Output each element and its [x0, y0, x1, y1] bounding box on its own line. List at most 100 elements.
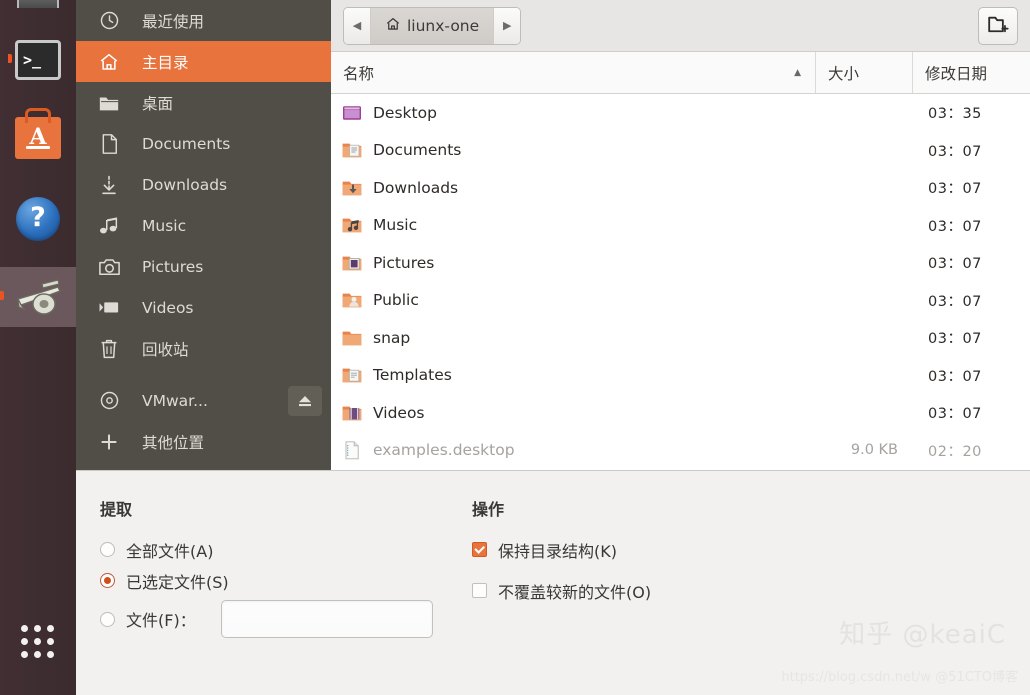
dock-item-help[interactable]: ? — [8, 189, 68, 249]
file-browser-pane: ◀ liunx-one ▶ 名称 ▲ 大小 修改日期 Desktop 03：35… — [331, 0, 1030, 470]
file-name: Documents — [373, 141, 462, 160]
column-header-size[interactable]: 大小 — [815, 52, 912, 93]
table-row[interactable]: Documents 03：07 — [331, 132, 1030, 170]
home-icon — [385, 16, 401, 36]
radio-option-all-files[interactable]: 全部文件(A) — [100, 534, 433, 565]
sort-ascending-icon: ▲ — [794, 67, 801, 78]
table-row[interactable]: Downloads 03：07 — [331, 169, 1030, 207]
radio-indicator[interactable] — [100, 542, 115, 557]
eject-button[interactable] — [288, 385, 322, 416]
table-row[interactable]: Pictures 03：07 — [331, 244, 1030, 282]
plus-icon — [76, 432, 142, 452]
new-folder-icon — [987, 14, 1009, 38]
radio-indicator[interactable] — [100, 573, 115, 588]
file-name: Downloads — [373, 178, 459, 197]
checkbox-option-keep-directory-structure[interactable]: 保持目录结构(K) — [472, 534, 651, 565]
table-row[interactable]: Templates 03：07 — [331, 357, 1030, 395]
radio-label: 文件(F)： — [126, 611, 196, 630]
sidebar-item-recent[interactable]: 最近使用 — [76, 0, 331, 41]
path-back-button[interactable]: ◀ — [344, 7, 371, 44]
sidebar-item-videos[interactable]: Videos — [76, 287, 331, 328]
text-file-icon — [341, 440, 363, 460]
dock-item-archive-manager[interactable] — [0, 267, 76, 327]
folder-documents-icon — [341, 140, 363, 160]
clock-icon — [76, 10, 142, 31]
software-underbar — [26, 146, 50, 149]
extract-section-title: 提取 — [100, 500, 133, 519]
sidebar-label: 最近使用 — [142, 12, 205, 31]
sidebar-item-home[interactable]: 主目录 — [76, 41, 331, 82]
file-name-cell: Documents — [331, 140, 815, 160]
new-folder-button[interactable] — [978, 6, 1018, 45]
disc-icon — [76, 390, 142, 411]
sidebar-item-desktop[interactable]: 桌面 — [76, 82, 331, 123]
table-row[interactable]: Desktop 03：35 — [331, 94, 1030, 132]
radio-option-selected-files[interactable]: 已选定文件(S) — [100, 565, 433, 596]
column-header-date[interactable]: 修改日期 — [912, 52, 1030, 93]
radio-option-files-pattern[interactable]: 文件(F)： — [100, 596, 433, 642]
table-row[interactable]: snap 03：07 — [331, 319, 1030, 357]
folder-music-icon — [341, 215, 363, 235]
terminal-icon: >_ — [15, 40, 61, 80]
file-name-cell: Videos — [331, 403, 815, 423]
music-icon — [76, 216, 142, 236]
folder-templates-icon — [341, 365, 363, 385]
screen-root: >_ A ? 最近使用 主目录 桌面 Documents Downloads M… — [0, 0, 1030, 695]
checkbox-indicator[interactable] — [472, 583, 487, 598]
folder-videos-icon — [341, 403, 363, 423]
download-icon — [76, 174, 142, 196]
sidebar-item-trash[interactable]: 回收站 — [76, 328, 331, 369]
checkbox-label: 保持目录结构(K) — [498, 541, 617, 561]
running-indicator-terminal — [8, 54, 12, 63]
file-name-cell: snap — [331, 328, 815, 348]
file-name: Videos — [373, 403, 425, 422]
file-name: Public — [373, 291, 419, 310]
checkbox-option-do-not-overwrite-newer[interactable]: 不覆盖较新的文件(O) — [472, 575, 651, 606]
sidebar-item-vmware-disc[interactable]: VMwar... — [76, 380, 331, 421]
folder-desktop-icon — [341, 103, 363, 123]
table-row[interactable]: Music 03：07 — [331, 207, 1030, 245]
file-date: 03：07 — [928, 218, 982, 235]
ubuntu-dock: >_ A ? — [0, 0, 76, 695]
running-indicator-archive-manager — [0, 291, 4, 300]
software-a-glyph: A — [29, 123, 47, 150]
table-row[interactable]: examples.desktop 9.0 KB 02：20 — [331, 432, 1030, 470]
file-date: 03：07 — [928, 256, 982, 273]
home-icon — [76, 51, 142, 73]
radio-indicator[interactable] — [100, 611, 115, 627]
checkbox-indicator[interactable] — [472, 542, 487, 557]
video-icon — [76, 299, 142, 316]
column-header-label: 修改日期 — [925, 64, 988, 83]
dock-item-ubuntu-software[interactable]: A — [8, 108, 68, 168]
file-list[interactable]: Desktop 03：35 Documents 03：07 Downloads … — [331, 94, 1030, 470]
sidebar-label: 回收站 — [142, 340, 189, 359]
folder-icon — [76, 93, 142, 113]
files-pattern-input[interactable] — [220, 600, 433, 638]
radio-label: 已选定文件(S) — [126, 572, 229, 592]
folder-pictures-icon — [341, 253, 363, 273]
file-date: 03：07 — [928, 331, 982, 348]
sidebar-item-downloads[interactable]: Downloads — [76, 164, 331, 205]
table-row[interactable]: Public 03：07 — [331, 282, 1030, 320]
pathbar-area: ◀ liunx-one ▶ — [331, 0, 1030, 52]
file-name: Templates — [373, 366, 452, 385]
file-name-cell: Public — [331, 290, 815, 310]
sidebar-item-music[interactable]: Music — [76, 205, 331, 246]
sidebar-item-documents[interactable]: Documents — [76, 123, 331, 164]
file-name: examples.desktop — [373, 441, 515, 460]
table-row[interactable]: Videos 03：07 — [331, 394, 1030, 432]
path-forward-button[interactable]: ▶ — [493, 7, 521, 44]
file-name: Pictures — [373, 253, 435, 272]
help-icon: ? — [16, 197, 60, 241]
file-date: 02：20 — [928, 443, 982, 460]
partial-window-icon[interactable] — [17, 0, 59, 8]
column-header-name[interactable]: 名称 ▲ — [331, 52, 815, 93]
column-header-label: 名称 — [343, 64, 375, 83]
sidebar-item-other-locations[interactable]: 其他位置 — [76, 421, 331, 462]
dock-item-terminal[interactable]: >_ — [8, 30, 68, 90]
breadcrumb-item-home[interactable]: liunx-one — [371, 7, 494, 44]
dock-item-show-applications[interactable] — [8, 612, 68, 672]
trash-icon — [76, 338, 142, 360]
sidebar-label: Documents — [142, 134, 231, 153]
sidebar-item-pictures[interactable]: Pictures — [76, 246, 331, 287]
